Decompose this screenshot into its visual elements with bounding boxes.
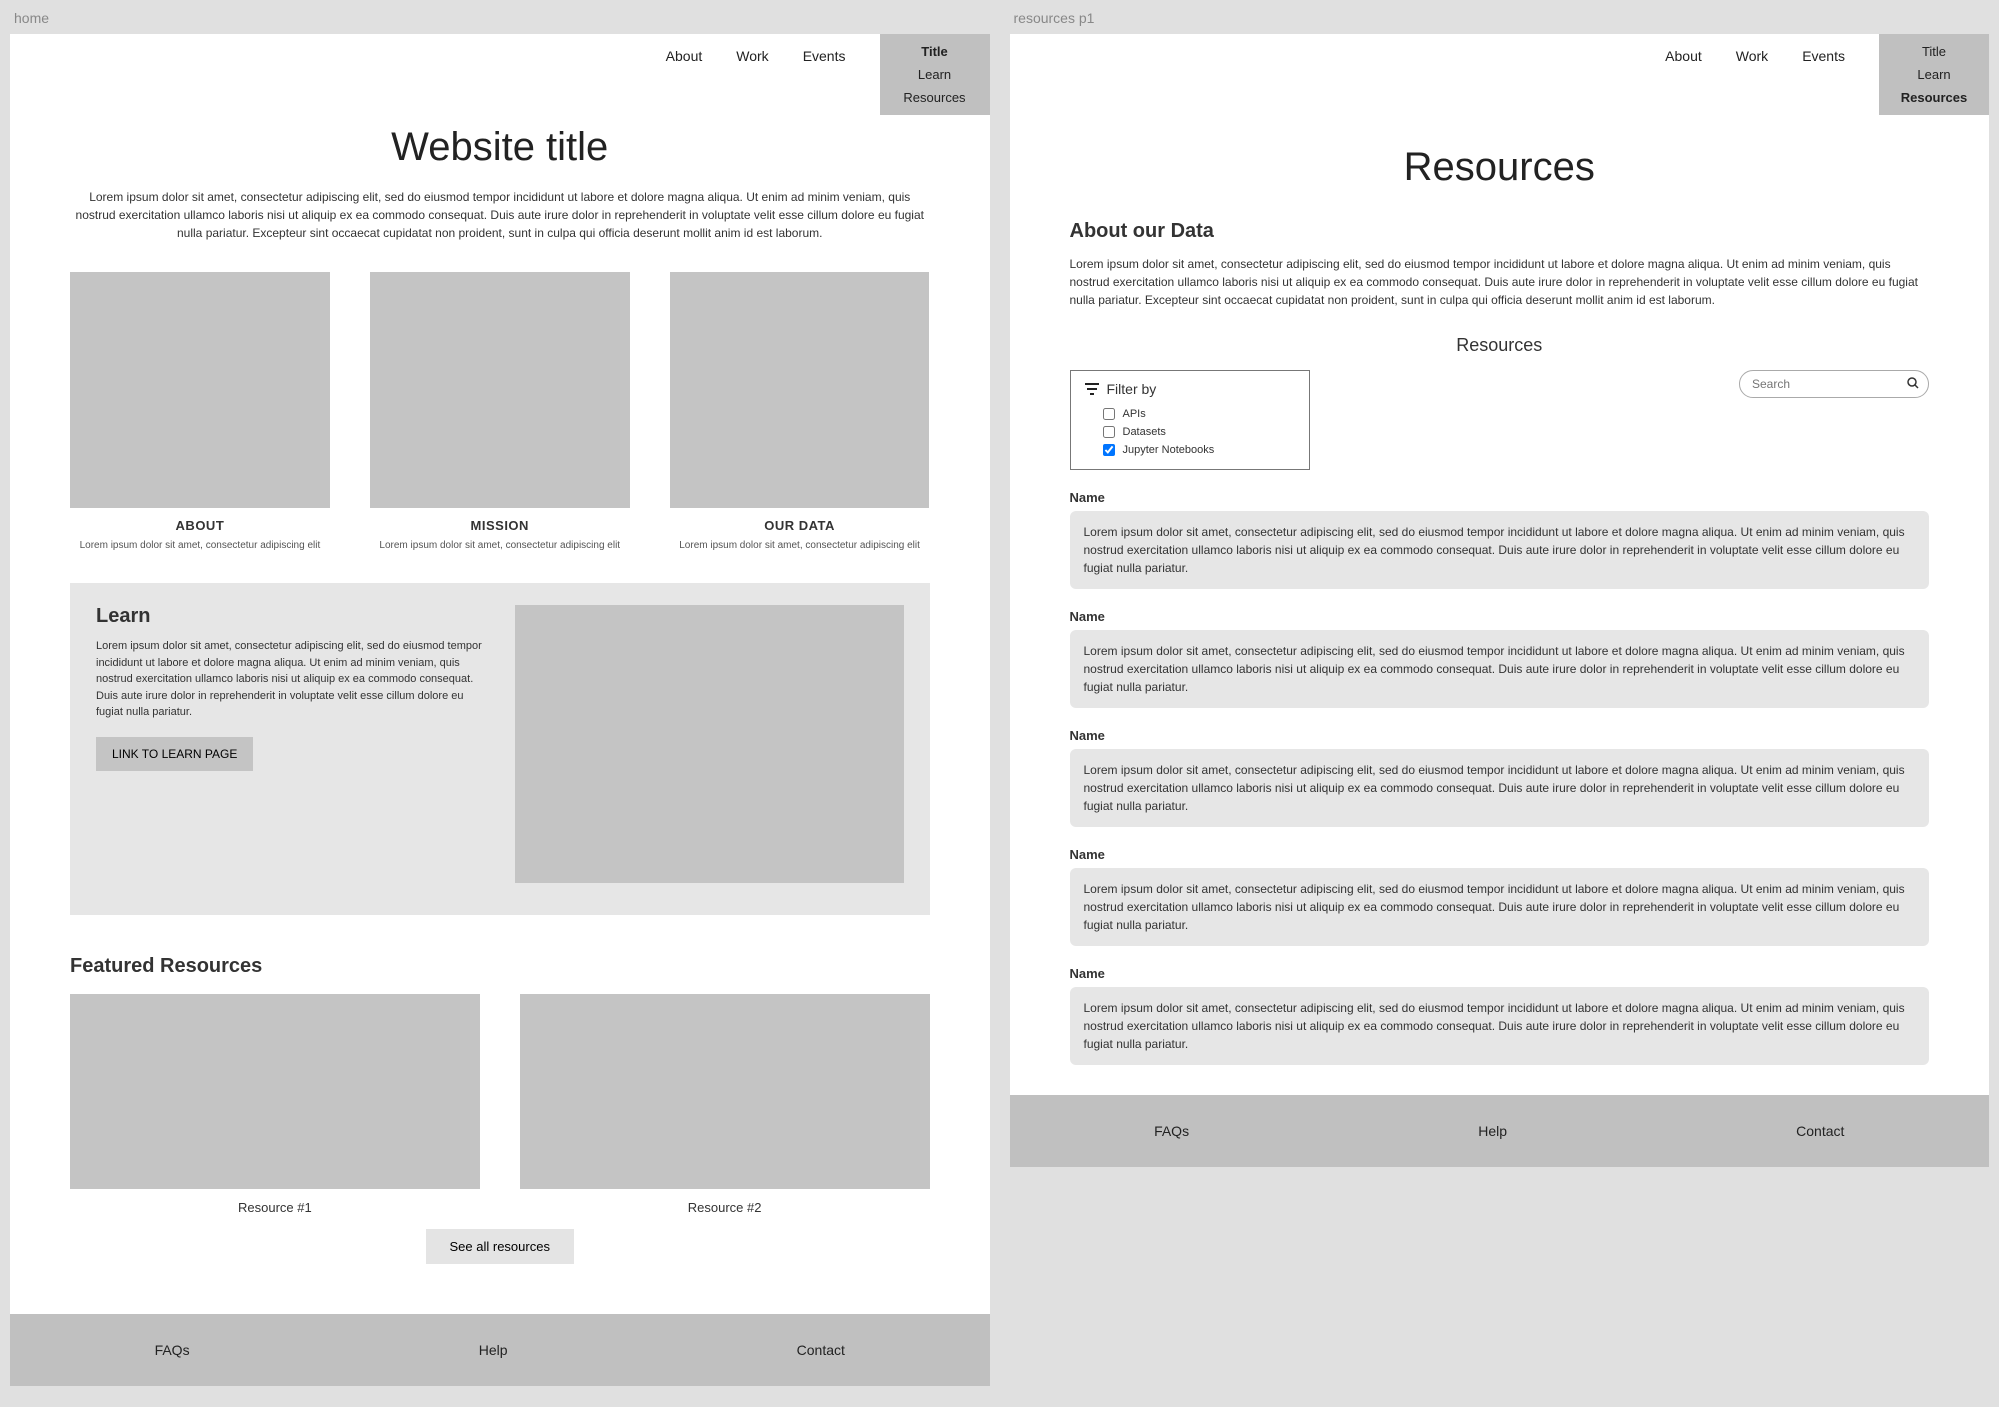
subnav-resources[interactable]: Resources bbox=[1901, 90, 1967, 105]
checkbox-jupyter[interactable] bbox=[1103, 444, 1115, 456]
nav-events[interactable]: Events bbox=[1802, 48, 1845, 64]
card-title: MISSION bbox=[370, 518, 630, 533]
see-all-button[interactable]: See all resources bbox=[426, 1229, 574, 1264]
resource-desc: Lorem ipsum dolor sit amet, consectetur … bbox=[1070, 630, 1930, 708]
featured-item: Resource #2 bbox=[520, 994, 930, 1217]
card-title: OUR DATA bbox=[670, 518, 930, 533]
resource-name: Name bbox=[1070, 966, 1930, 981]
resource-item: Name Lorem ipsum dolor sit amet, consect… bbox=[1070, 847, 1930, 946]
footer-help[interactable]: Help bbox=[479, 1342, 508, 1358]
about-body: Lorem ipsum dolor sit amet, consectetur … bbox=[1070, 255, 1930, 309]
filter-box: Filter by APIs Datasets Jupyter Not bbox=[1070, 370, 1310, 470]
nav-work[interactable]: Work bbox=[736, 48, 768, 64]
filter-icon bbox=[1085, 383, 1099, 395]
footer: FAQs Help Contact bbox=[1010, 1095, 1990, 1167]
featured-item: Resource #1 bbox=[70, 994, 480, 1217]
filter-option-label: APIs bbox=[1123, 408, 1146, 420]
placeholder-image bbox=[520, 994, 930, 1189]
resource-name: Name bbox=[1070, 728, 1930, 743]
footer: FAQs Help Contact bbox=[10, 1314, 990, 1386]
frame-label-home: home bbox=[10, 10, 990, 26]
learn-body: Lorem ipsum dolor sit amet, consectetur … bbox=[96, 638, 485, 721]
resource-desc: Lorem ipsum dolor sit amet, consectetur … bbox=[1070, 868, 1930, 946]
learn-heading: Learn bbox=[96, 605, 485, 628]
subnav-title[interactable]: Title bbox=[1922, 44, 1946, 59]
placeholder-image bbox=[370, 272, 630, 508]
subnav-box: Title Learn Resources bbox=[1879, 34, 1989, 115]
page-title: Resources bbox=[1070, 145, 1930, 190]
resource-name: Name bbox=[1070, 609, 1930, 624]
frame-label-resources: resources p1 bbox=[1010, 10, 1990, 26]
placeholder-image bbox=[70, 272, 330, 508]
footer-faqs[interactable]: FAQs bbox=[155, 1342, 190, 1358]
resource-desc: Lorem ipsum dolor sit amet, consectetur … bbox=[1070, 987, 1930, 1065]
placeholder-image bbox=[670, 272, 930, 508]
subnav-learn[interactable]: Learn bbox=[1917, 67, 1950, 82]
resource-item: Name Lorem ipsum dolor sit amet, consect… bbox=[1070, 728, 1930, 827]
resource-desc: Lorem ipsum dolor sit amet, consectetur … bbox=[1070, 749, 1930, 827]
footer-contact[interactable]: Contact bbox=[1796, 1123, 1844, 1139]
frame-resources: resources p1 About Work Events Title Lea… bbox=[1010, 10, 1990, 1386]
resources-subheading: Resources bbox=[1070, 335, 1930, 356]
featured-section: Featured Resources Resource #1 Resource … bbox=[10, 915, 990, 1294]
featured-label: Resource #1 bbox=[238, 1200, 312, 1215]
checkbox-datasets[interactable] bbox=[1103, 426, 1115, 438]
footer-faqs[interactable]: FAQs bbox=[1154, 1123, 1189, 1139]
resource-item: Name Lorem ipsum dolor sit amet, consect… bbox=[1070, 609, 1930, 708]
placeholder-image bbox=[70, 994, 480, 1189]
site-title: Website title bbox=[70, 125, 930, 170]
filter-option-label: Jupyter Notebooks bbox=[1123, 444, 1215, 456]
resource-name: Name bbox=[1070, 490, 1930, 505]
top-nav: About Work Events Title Learn Resources bbox=[1010, 34, 1990, 115]
checkbox-apis[interactable] bbox=[1103, 408, 1115, 420]
card-about: ABOUT Lorem ipsum dolor sit amet, consec… bbox=[70, 272, 330, 553]
subnav-title[interactable]: Title bbox=[921, 44, 948, 59]
featured-label: Resource #2 bbox=[688, 1200, 762, 1215]
frame-home: home About Work Events Title Learn Resou… bbox=[10, 10, 990, 1386]
about-heading: About our Data bbox=[1070, 220, 1930, 243]
top-nav: About Work Events Title Learn Resources bbox=[10, 34, 990, 115]
filter-option-jupyter[interactable]: Jupyter Notebooks bbox=[1085, 441, 1295, 459]
footer-contact[interactable]: Contact bbox=[797, 1342, 845, 1358]
card-desc: Lorem ipsum dolor sit amet, consectetur … bbox=[670, 539, 930, 553]
cards-row: ABOUT Lorem ipsum dolor sit amet, consec… bbox=[10, 272, 990, 553]
card-ourdata: OUR DATA Lorem ipsum dolor sit amet, con… bbox=[670, 272, 930, 553]
resource-list: Name Lorem ipsum dolor sit amet, consect… bbox=[1070, 490, 1930, 1065]
hero: Website title Lorem ipsum dolor sit amet… bbox=[10, 115, 990, 262]
nav-work[interactable]: Work bbox=[1736, 48, 1768, 64]
nav-events[interactable]: Events bbox=[803, 48, 846, 64]
search-icon bbox=[1907, 376, 1919, 392]
resource-desc: Lorem ipsum dolor sit amet, consectetur … bbox=[1070, 511, 1930, 589]
subnav-learn[interactable]: Learn bbox=[918, 67, 951, 82]
subnav-box: Title Learn Resources bbox=[880, 34, 990, 115]
nav-about[interactable]: About bbox=[1665, 48, 1702, 64]
learn-block: Learn Lorem ipsum dolor sit amet, consec… bbox=[70, 583, 930, 915]
filter-label: Filter by bbox=[1107, 381, 1157, 397]
filter-option-apis[interactable]: APIs bbox=[1085, 405, 1295, 423]
footer-help[interactable]: Help bbox=[1478, 1123, 1507, 1139]
intro-text: Lorem ipsum dolor sit amet, consectetur … bbox=[70, 188, 930, 242]
subnav-resources[interactable]: Resources bbox=[903, 90, 965, 105]
about-data-section: About our Data Lorem ipsum dolor sit ame… bbox=[1070, 220, 1930, 309]
card-desc: Lorem ipsum dolor sit amet, consectetur … bbox=[70, 539, 330, 553]
placeholder-image bbox=[515, 605, 904, 883]
card-mission: MISSION Lorem ipsum dolor sit amet, cons… bbox=[370, 272, 630, 553]
search-input[interactable] bbox=[1752, 377, 1907, 391]
card-desc: Lorem ipsum dolor sit amet, consectetur … bbox=[370, 539, 630, 553]
resource-name: Name bbox=[1070, 847, 1930, 862]
resource-item: Name Lorem ipsum dolor sit amet, consect… bbox=[1070, 490, 1930, 589]
nav-about[interactable]: About bbox=[666, 48, 703, 64]
resource-item: Name Lorem ipsum dolor sit amet, consect… bbox=[1070, 966, 1930, 1065]
resource-tools: Filter by APIs Datasets Jupyter Not bbox=[1070, 370, 1930, 470]
filter-option-datasets[interactable]: Datasets bbox=[1085, 423, 1295, 441]
card-title: ABOUT bbox=[70, 518, 330, 533]
learn-link-button[interactable]: LINK TO LEARN PAGE bbox=[96, 737, 253, 771]
filter-option-label: Datasets bbox=[1123, 426, 1166, 438]
search-box[interactable] bbox=[1739, 370, 1929, 398]
featured-heading: Featured Resources bbox=[70, 955, 930, 978]
